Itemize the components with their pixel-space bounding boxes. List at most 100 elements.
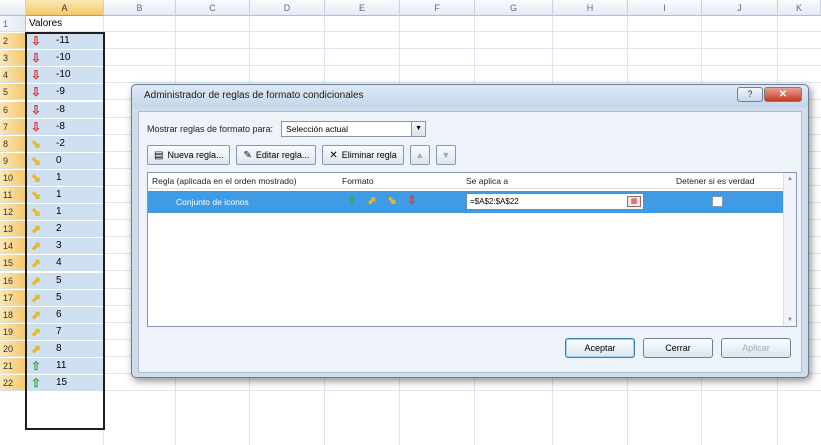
dialog-body: Mostrar reglas de formato para: Selecció… — [138, 111, 802, 373]
move-down-icon: ▼ — [441, 150, 451, 160]
column-header-b[interactable]: B — [104, 0, 176, 16]
row-header[interactable]: 21 — [0, 358, 26, 374]
cell-a12[interactable]: ⬊ 1 — [26, 204, 104, 221]
cell-a9[interactable]: ⬊ 0 — [26, 152, 104, 169]
yellow-up-right-arrow-icon: ⬈ — [30, 324, 42, 339]
green-up-arrow-icon: ⇧ — [30, 359, 42, 373]
cell-a4[interactable]: ⇩ -10 — [26, 67, 104, 84]
cell-a5[interactable]: ⇩ -9 — [26, 84, 104, 101]
cell-value: 5 — [56, 274, 62, 286]
cell-a2[interactable]: ⇩ -11 — [26, 33, 104, 50]
column-header-k[interactable]: K — [778, 0, 821, 16]
row-header[interactable]: 22 — [0, 375, 26, 392]
cell-a16[interactable]: ⬈ 5 — [26, 272, 104, 289]
edit-rule-button[interactable]: ✎ Editar regla... — [236, 145, 317, 165]
cell-a1[interactable]: Valores — [26, 16, 104, 32]
column-header-h[interactable]: H — [553, 0, 628, 16]
cell-a8[interactable]: ⬊ -2 — [26, 135, 104, 152]
cell-a20[interactable]: ⬈ 8 — [26, 340, 104, 357]
row-header[interactable]: 17 — [0, 289, 26, 306]
new-rule-button[interactable]: ▤ Nueva regla... — [147, 145, 231, 165]
help-button[interactable]: ? — [737, 87, 763, 102]
row-header[interactable]: 3 — [0, 50, 26, 67]
apply-button[interactable]: Aplicar — [721, 338, 791, 358]
row-header[interactable]: 6 — [0, 101, 26, 118]
row-header[interactable]: 5 — [0, 84, 26, 101]
cell-a19[interactable]: ⬈ 7 — [26, 323, 104, 340]
row-header[interactable]: 15 — [0, 255, 26, 272]
column-header-e[interactable]: E — [325, 0, 400, 16]
rules-toolbar: ▤ Nueva regla... ✎ Editar regla... ✕ Eli… — [147, 145, 462, 165]
range-picker-icon[interactable]: ▦ — [627, 196, 641, 207]
row-header[interactable]: 11 — [0, 187, 26, 203]
yellow-down-right-arrow-icon: ⬊ — [30, 170, 42, 185]
cell-value: 8 — [56, 342, 62, 354]
red-down-arrow-icon: ⇩ — [407, 195, 417, 207]
cell-a22[interactable]: ⇧ 15 — [26, 375, 104, 392]
row-header[interactable]: 8 — [0, 135, 26, 152]
cell-value: -10 — [56, 52, 71, 64]
scroll-down-icon[interactable]: ▼ — [784, 314, 796, 326]
cell-value: 6 — [56, 308, 62, 320]
yellow-up-right-arrow-icon: ⬈ — [30, 290, 42, 305]
scroll-up-icon[interactable]: ▲ — [784, 173, 796, 185]
rule-row-selected[interactable]: Conjunto de iconos ⇧ ⬈ ⬊ ⇩ =$A$2:$A$22 ▦ — [148, 191, 784, 213]
move-down-button[interactable]: ▼ — [435, 145, 456, 165]
column-header-d[interactable]: D — [250, 0, 325, 16]
cell-text: Valores — [29, 18, 63, 29]
row-header[interactable]: 7 — [0, 118, 26, 135]
column-format: Formato — [342, 176, 374, 186]
cell-a6[interactable]: ⇩ -8 — [26, 101, 104, 118]
cell-value: -8 — [56, 120, 65, 132]
cell-a11[interactable]: ⬊ 1 — [26, 187, 104, 203]
row-header[interactable]: 9 — [0, 152, 26, 169]
row-header[interactable]: 19 — [0, 323, 26, 340]
scope-select[interactable]: Selección actual ▼ — [281, 121, 427, 137]
row-header[interactable]: 12 — [0, 204, 26, 221]
dialog-title: Administrador de reglas de formato condi… — [144, 90, 364, 101]
cell-a13[interactable]: ⬈ 2 — [26, 221, 104, 238]
rules-list-scrollbar[interactable]: ▲ ▼ — [783, 173, 796, 326]
close-window-button[interactable]: ✕ — [764, 87, 802, 102]
column-header-g[interactable]: G — [475, 0, 553, 16]
delete-rule-button[interactable]: ✕ Eliminar regla — [322, 145, 404, 165]
stop-if-true-checkbox[interactable] — [712, 196, 723, 207]
yellow-up-right-arrow-icon: ⬈ — [367, 195, 377, 207]
chevron-down-icon[interactable]: ▼ — [411, 122, 426, 136]
cell-a14[interactable]: ⬈ 3 — [26, 238, 104, 255]
move-up-button[interactable]: ▲ — [409, 145, 430, 165]
ok-button[interactable]: Aceptar — [565, 338, 635, 358]
row-header[interactable]: 1 — [0, 16, 26, 32]
dialog-titlebar[interactable]: Administrador de reglas de formato condi… — [132, 85, 808, 107]
cell-a10[interactable]: ⬊ 1 — [26, 169, 104, 186]
row-header[interactable]: 2 — [0, 33, 26, 50]
column-header-i[interactable]: I — [628, 0, 702, 16]
row-header[interactable]: 14 — [0, 238, 26, 255]
row-header[interactable]: 10 — [0, 169, 26, 186]
close-button[interactable]: Cerrar — [643, 338, 713, 358]
cell-a21[interactable]: ⇧ 11 — [26, 358, 104, 374]
cell-value: 2 — [56, 223, 62, 235]
cell-a15[interactable]: ⬈ 4 — [26, 255, 104, 272]
row-header[interactable]: 20 — [0, 340, 26, 357]
column-header-f[interactable]: F — [400, 0, 475, 16]
column-header-j[interactable]: J — [702, 0, 778, 16]
column-header-c[interactable]: C — [176, 0, 250, 16]
row-header[interactable]: 18 — [0, 306, 26, 323]
yellow-down-right-arrow-icon: ⬊ — [387, 195, 397, 207]
cell-a18[interactable]: ⬈ 6 — [26, 306, 104, 323]
cell-a17[interactable]: ⬈ 5 — [26, 289, 104, 306]
applies-to-input[interactable]: =$A$2:$A$22 ▦ — [466, 193, 644, 210]
yellow-down-right-arrow-icon: ⬊ — [30, 153, 42, 168]
cell-a7[interactable]: ⇩ -8 — [26, 118, 104, 135]
red-down-arrow-icon: ⇩ — [30, 119, 42, 134]
yellow-up-right-arrow-icon: ⬈ — [30, 239, 42, 254]
row-header[interactable]: 13 — [0, 221, 26, 238]
column-header-a[interactable]: A — [26, 0, 104, 16]
yellow-up-right-arrow-icon: ⬈ — [30, 307, 42, 322]
column-applies-to: Se aplica a — [466, 176, 509, 186]
select-all-corner[interactable] — [0, 0, 26, 16]
cell-a3[interactable]: ⇩ -10 — [26, 50, 104, 67]
row-header[interactable]: 4 — [0, 67, 26, 84]
row-header[interactable]: 16 — [0, 272, 26, 289]
